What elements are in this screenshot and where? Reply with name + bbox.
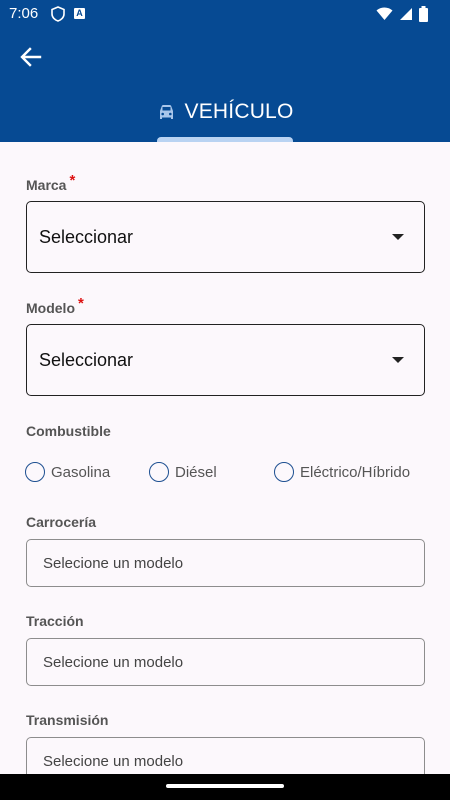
radio-diesel[interactable]: Diésel (149, 462, 217, 482)
battery-icon (419, 6, 428, 22)
dropdown-arrow-icon (392, 357, 404, 363)
marca-select[interactable]: Seleccionar (26, 201, 425, 273)
radio-circle-icon[interactable] (149, 462, 169, 482)
transmision-field[interactable]: Selecione un modelo (26, 737, 425, 774)
modelo-label: Modelo * (26, 295, 84, 316)
signal-icon (400, 8, 412, 20)
combustible-radio-group: Gasolina Diésel Eléctrico/Híbrido (25, 462, 425, 484)
radio-circle-icon[interactable] (274, 462, 294, 482)
status-time: 7:06 (9, 5, 39, 22)
dropdown-arrow-icon (392, 234, 404, 240)
traccion-label: Tracción (26, 613, 84, 629)
radio-circle-icon[interactable] (25, 462, 45, 482)
page-title: VEHÍCULO (0, 100, 450, 124)
marca-label: Marca * (26, 172, 76, 193)
transmision-placeholder: Selecione un modelo (43, 753, 184, 770)
traccion-field[interactable]: Selecione un modelo (26, 638, 425, 686)
title-text: VEHÍCULO (184, 100, 294, 123)
back-arrow-icon[interactable] (18, 44, 44, 70)
status-right-icons (376, 6, 428, 22)
combustible-label: Combustible (26, 423, 111, 439)
carroceria-placeholder: Selecione un modelo (43, 555, 184, 572)
car-icon (159, 104, 173, 119)
modelo-select[interactable]: Seleccionar (26, 324, 425, 396)
home-handle[interactable] (166, 784, 284, 788)
wifi-icon (376, 7, 393, 20)
a-badge-icon: A (74, 8, 85, 19)
system-nav-bar (0, 774, 450, 800)
modelo-select-value: Seleccionar (39, 350, 134, 370)
marca-select-value: Seleccionar (39, 227, 134, 247)
form-content: Marca * Seleccionar Modelo * Seleccionar C… (0, 142, 450, 774)
transmision-label: Transmisión (26, 712, 109, 728)
traccion-placeholder: Selecione un modelo (43, 654, 184, 671)
status-bar: 7:06 A (0, 0, 450, 28)
carroceria-label: Carrocería (26, 514, 97, 530)
carroceria-field[interactable]: Selecione un modelo (26, 539, 425, 587)
shield-icon (51, 6, 65, 22)
radio-gasolina[interactable]: Gasolina (25, 462, 110, 482)
radio-electrico-hibrido[interactable]: Eléctrico/Híbrido (274, 462, 410, 482)
app-bar: 7:06 A VEHÍCULO (0, 0, 450, 142)
